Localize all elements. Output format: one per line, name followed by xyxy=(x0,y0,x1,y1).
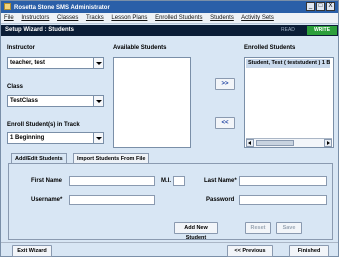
last-name-field[interactable] xyxy=(239,176,327,186)
horizontal-scrollbar[interactable] xyxy=(246,138,332,147)
menu-activity-sets[interactable]: Activity Sets xyxy=(241,15,274,21)
chevron-down-icon[interactable] xyxy=(93,96,103,106)
enrolled-students-label: Enrolled Students xyxy=(244,45,296,51)
reset-button[interactable]: Reset xyxy=(245,222,271,234)
menu-tracks[interactable]: Tracks xyxy=(86,15,104,21)
menu-classes[interactable]: Classes xyxy=(57,15,78,21)
exit-wizard-button[interactable]: Exit Wizard xyxy=(12,245,52,257)
close-button[interactable]: X xyxy=(326,2,335,11)
scroll-right-icon[interactable] xyxy=(324,139,332,147)
track-value: 1 Beginning xyxy=(10,135,45,141)
username-label: Username* xyxy=(31,197,63,203)
track-label: Enroll Student(s) in Track xyxy=(7,122,80,128)
middle-initial-field[interactable] xyxy=(173,176,185,186)
last-name-label: Last Name* xyxy=(204,178,237,184)
title-bar: Rosetta Stone SMS Administrator xyxy=(1,1,338,13)
password-label: Password xyxy=(206,197,235,203)
app-window: Rosetta Stone SMS Administrator _ □ X Fi… xyxy=(0,0,339,257)
list-item[interactable]: Student, Test ( teststudent ) 1 B xyxy=(246,59,330,68)
class-select[interactable]: TestClass xyxy=(7,95,104,107)
minimize-button[interactable]: _ xyxy=(306,2,315,11)
add-student-button[interactable]: >> xyxy=(215,78,235,90)
chevron-down-icon[interactable] xyxy=(93,58,103,68)
save-button[interactable]: Save xyxy=(276,222,302,234)
mi-label: M.I. xyxy=(161,178,171,184)
username-field[interactable] xyxy=(69,195,155,205)
available-students-label: Available Students xyxy=(113,45,167,51)
previous-button[interactable]: << Previous xyxy=(227,245,273,257)
chevron-down-icon[interactable] xyxy=(93,133,103,143)
write-badge: WRITE xyxy=(307,26,337,35)
app-icon xyxy=(4,3,11,10)
menu-bar: File Instructors Classes Tracks Lesson P… xyxy=(1,13,338,24)
scrollbar-thumb[interactable] xyxy=(256,140,294,146)
class-label: Class xyxy=(7,84,24,90)
scroll-left-icon[interactable] xyxy=(246,139,254,147)
window-title: Rosetta Stone SMS Administrator xyxy=(14,5,110,11)
add-new-student-button[interactable]: Add New Student xyxy=(174,222,218,241)
menu-file[interactable]: File xyxy=(4,15,14,21)
menu-instructors[interactable]: Instructors xyxy=(21,15,49,21)
available-students-list[interactable] xyxy=(113,57,191,148)
enrolled-students-list[interactable]: Student, Test ( teststudent ) 1 B xyxy=(244,57,334,148)
maximize-button[interactable]: □ xyxy=(316,2,325,11)
password-field[interactable] xyxy=(239,195,327,205)
read-badge: READ xyxy=(281,27,295,33)
first-name-label: First Name xyxy=(31,178,63,184)
class-value: TestClass xyxy=(10,98,38,104)
menu-lesson-plans[interactable]: Lesson Plans xyxy=(111,15,147,21)
instructor-label: Instructor xyxy=(7,45,36,51)
menu-students[interactable]: Students xyxy=(210,15,234,21)
finished-button[interactable]: Finished xyxy=(289,245,329,257)
remove-student-button[interactable]: << xyxy=(215,117,235,129)
instructor-value: teacher, test xyxy=(10,60,46,66)
instructor-select[interactable]: teacher, test xyxy=(7,57,104,69)
first-name-field[interactable] xyxy=(69,176,155,186)
menu-enrolled-students[interactable]: Enrolled Students xyxy=(155,15,202,21)
track-select[interactable]: 1 Beginning xyxy=(7,132,104,144)
footer-divider xyxy=(1,242,338,243)
